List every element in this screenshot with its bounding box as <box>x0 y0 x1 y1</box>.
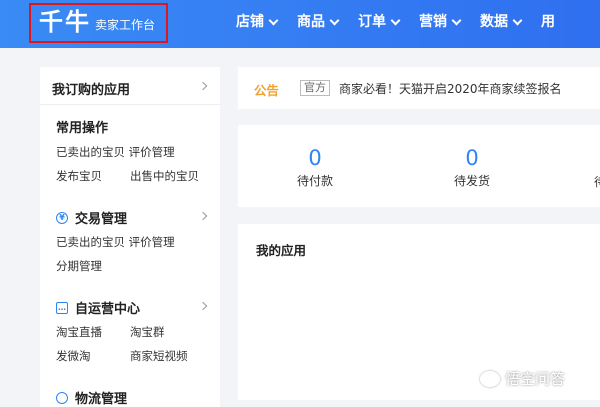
section-title-label: 交易管理 <box>75 212 128 227</box>
link-short-video[interactable]: 商家短视频 <box>130 348 188 364</box>
link-sold-items-reviews[interactable]: 已卖出的宝贝 评价管理 <box>56 144 175 160</box>
stat-pending-shipment[interactable]: 0 待发货 <box>432 145 512 189</box>
section-title-label: 物流管理 <box>75 392 128 407</box>
announcement-link[interactable]: 商家必看！天猫开启2020年商家续签报名 <box>339 80 562 97</box>
nav-orders-label: 订单 <box>358 14 386 30</box>
logo-qianniu: 千牛 <box>39 8 91 36</box>
nav-marketing-label: 营销 <box>419 14 447 30</box>
nav-shop[interactable]: 店铺 <box>236 0 279 44</box>
section-title-logistics: 物流管理 <box>56 388 127 407</box>
announcement-label: 公告 <box>254 83 280 98</box>
chevron-down-icon <box>268 15 279 25</box>
wukong-logo-icon <box>480 370 500 387</box>
link-taobao-live[interactable]: 淘宝直播 <box>56 324 102 340</box>
stat-pending-payment[interactable]: 0 待付款 <box>275 145 355 189</box>
truck-icon <box>56 391 68 404</box>
nav-goods[interactable]: 商品 <box>297 0 340 44</box>
chat-icon: … <box>56 301 68 314</box>
link-items-on-sale[interactable]: 出售中的宝贝 <box>130 168 199 184</box>
nav-data-label: 数据 <box>480 14 508 30</box>
stat-label: 待付款 <box>296 174 333 188</box>
main-nav: 店铺 商品 订单 营销 数据 用 <box>236 0 575 48</box>
logo-highlight-box[interactable]: 千牛 卖家工作台 <box>29 3 168 43</box>
nav-marketing[interactable]: 营销 <box>419 0 462 44</box>
watermark: 悟空问答 <box>480 368 565 389</box>
nav-goods-label: 商品 <box>297 14 325 30</box>
nav-orders[interactable]: 订单 <box>358 0 401 44</box>
nav-user-label: 用 <box>541 14 555 30</box>
subscribed-apps-panel: 我订购的应用 常用操作 已卖出的宝贝 评价管理 发布宝贝 出售中的宝贝 ¥ 交易管… <box>40 67 220 407</box>
official-tag: 官方 <box>300 80 330 96</box>
watermark-text: 悟空问答 <box>505 370 566 388</box>
chevron-down-icon <box>512 15 523 25</box>
chevron-down-icon <box>390 15 401 25</box>
order-stats-panel: 0 待付款 0 待发货 待 <box>238 125 600 207</box>
nav-user[interactable]: 用 <box>541 0 555 44</box>
nav-data[interactable]: 数据 <box>480 0 523 44</box>
link-sold-items-reviews[interactable]: 已卖出的宝贝 评价管理 <box>56 234 175 250</box>
section-title-label: 常用操作 <box>56 121 109 136</box>
link-taobao-group[interactable]: 淘宝群 <box>130 324 165 340</box>
logo-subtitle: 卖家工作台 <box>95 18 156 32</box>
stat-label-cut[interactable]: 待 <box>594 173 600 190</box>
top-header: 千牛 卖家工作台 店铺 商品 订单 营销 数据 用 <box>0 0 600 48</box>
yen-icon: ¥ <box>56 211 68 224</box>
my-apps-title: 我的应用 <box>256 243 307 258</box>
section-title-self-operation: … 自运营中心 <box>56 298 140 317</box>
stat-value: 0 <box>308 146 322 170</box>
nav-shop-label: 店铺 <box>236 14 264 30</box>
chevron-down-icon <box>329 15 340 25</box>
link-weitao[interactable]: 发微淘 <box>56 348 91 364</box>
announcement-bar: 公告 官方 商家必看！天猫开启2020年商家续签报名 <box>238 67 600 109</box>
link-installment[interactable]: 分期管理 <box>56 258 102 274</box>
link-publish-item[interactable]: 发布宝贝 <box>56 168 102 184</box>
chevron-right-icon[interactable] <box>198 301 208 311</box>
stat-value: 0 <box>465 146 479 170</box>
chevron-right-icon[interactable] <box>198 81 208 91</box>
sidebar-title: 我订购的应用 <box>52 83 131 98</box>
chevron-right-icon[interactable] <box>198 211 208 221</box>
section-title-trade: ¥ 交易管理 <box>56 208 127 227</box>
divider <box>40 104 220 105</box>
chevron-down-icon <box>451 15 462 25</box>
section-title-label: 自运营中心 <box>75 302 141 317</box>
stat-label: 待发货 <box>453 174 490 188</box>
section-title-common: 常用操作 <box>56 117 108 136</box>
